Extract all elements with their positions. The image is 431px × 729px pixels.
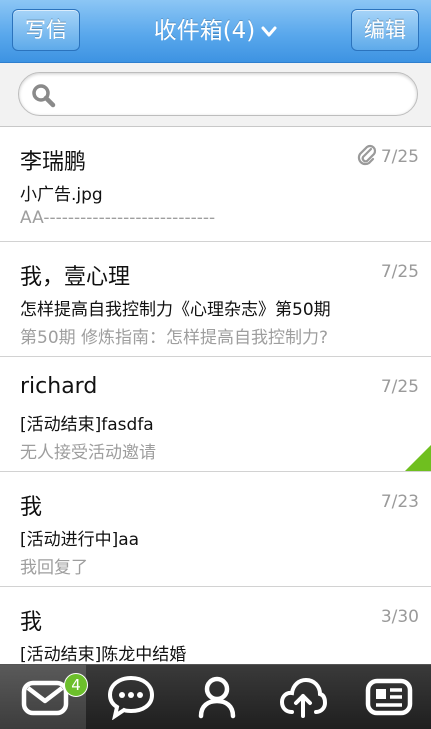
cloud-upload-icon: [279, 677, 327, 718]
message-item[interactable]: 我 3/30 [活动结束]陈龙中结婚: [0, 587, 431, 664]
message-subject: 小广告.jpg: [20, 185, 103, 205]
search-icon: [32, 84, 56, 108]
search-bar: [0, 63, 431, 127]
search-input[interactable]: [18, 72, 418, 116]
message-preview: AA----------------------------: [20, 208, 216, 228]
message-date: 7/25: [380, 377, 419, 397]
message-item[interactable]: 我 7/23 [活动进行中]aa 我回复了: [0, 472, 431, 587]
message-item[interactable]: richard 7/25 [活动结束]fasdfa 无人接受活动邀请: [0, 357, 431, 472]
message-item[interactable]: 我，壹心理 7/25 怎样提高自我控制力《心理杂志》第50期 第50期 修炼指南…: [0, 242, 431, 357]
bottom-tab-bar: 4: [0, 664, 431, 729]
edit-button[interactable]: 编辑: [351, 9, 419, 51]
message-sender: 我，壹心理: [20, 265, 131, 290]
chat-icon: [107, 675, 155, 720]
message-date: 7/25: [380, 147, 419, 167]
flag-marker: [405, 445, 431, 471]
message-subject: [活动结束]fasdfa: [20, 415, 154, 435]
message-list: 李瑞鹏 7/25 小广告.jpg AA---------------------…: [0, 127, 431, 664]
message-subject: [活动结束]陈龙中结婚: [20, 645, 187, 664]
message-date: 3/30: [380, 607, 419, 627]
chevron-down-icon: [261, 26, 277, 36]
unread-count-badge: 4: [64, 673, 88, 697]
mail-icon: [21, 680, 69, 716]
mailbox-title: 收件箱(4): [153, 18, 256, 44]
contacts-icon: [198, 676, 236, 719]
message-subject: 怎样提高自我控制力《心理杂志》第50期: [20, 300, 331, 320]
top-navigation-bar: 写信 收件箱(4) 编辑: [0, 0, 431, 63]
message-sender: richard: [20, 374, 98, 399]
message-sender: 我: [20, 495, 43, 520]
message-preview: 我回复了: [20, 558, 88, 578]
tab-chat[interactable]: [86, 665, 172, 729]
tab-mail[interactable]: 4: [0, 665, 88, 729]
message-date: 7/23: [380, 492, 419, 512]
message-item[interactable]: 李瑞鹏 7/25 小广告.jpg AA---------------------…: [0, 127, 431, 242]
message-sender: 李瑞鹏: [20, 150, 87, 175]
attachment-icon: [357, 144, 377, 166]
card-icon: [365, 678, 413, 716]
message-preview: 无人接受活动邀请: [20, 443, 156, 463]
message-date: 7/25: [380, 262, 419, 282]
message-subject: [活动进行中]aa: [20, 530, 140, 550]
tab-cloud[interactable]: [258, 665, 344, 729]
tab-contacts[interactable]: [172, 665, 258, 729]
message-sender: 我: [20, 610, 43, 635]
tab-card[interactable]: [344, 665, 430, 729]
message-preview: 第50期 修炼指南：怎样提高自我控制力?: [20, 328, 329, 348]
